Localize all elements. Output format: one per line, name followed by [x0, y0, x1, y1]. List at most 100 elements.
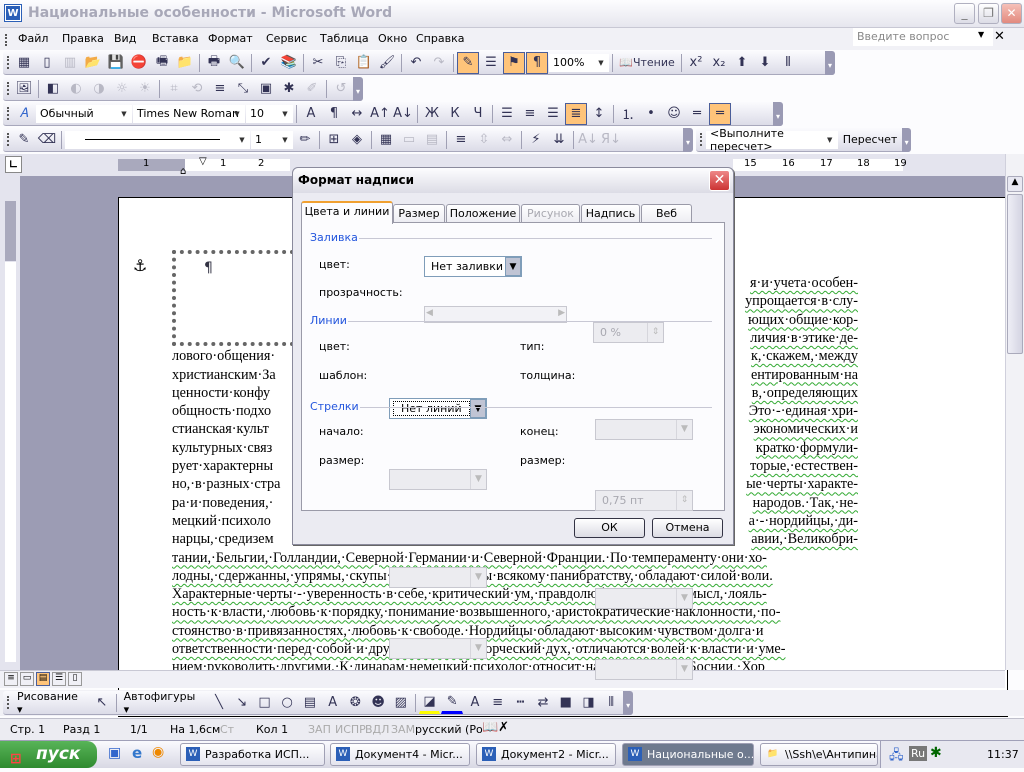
cancel-button[interactable]: Отмена: [652, 518, 723, 538]
line-color-dropdown[interactable]: Нет линий ▼: [389, 398, 487, 419]
help-search-input[interactable]: Введите вопрос: [853, 28, 993, 46]
dialog-close-button[interactable]: ✕: [709, 170, 730, 191]
paragraph-icon[interactable]: ¶: [323, 103, 345, 125]
3d-icon[interactable]: ◨: [578, 692, 600, 714]
folder-icon[interactable]: 📁: [174, 52, 196, 74]
numbering-icon[interactable]: ⒈: [617, 103, 639, 125]
format-painter-icon[interactable]: 🖌: [376, 52, 398, 74]
crop-icon[interactable]: ⌗: [163, 78, 185, 100]
toolbar-options-icon[interactable]: ▾: [825, 50, 835, 75]
set-transparent-icon[interactable]: ✐: [301, 78, 323, 100]
show-formatting-icon[interactable]: ⚑: [503, 51, 525, 74]
equal-icon[interactable]: ═: [686, 103, 708, 125]
select-objects-icon[interactable]: ↖: [91, 692, 113, 714]
menu-5[interactable]: Сервис: [264, 32, 309, 45]
menu-0[interactable]: Файл: [16, 32, 50, 45]
open-book-icon[interactable]: ▥: [59, 52, 81, 74]
justify-icon[interactable]: ≣: [565, 102, 587, 125]
autoshapes-menu-button[interactable]: Автофигуры ▾: [120, 690, 208, 716]
styles-pane-icon[interactable]: 𝐴: [13, 103, 35, 125]
taskbar-item[interactable]: W Разработка ИСП...: [180, 743, 325, 766]
new-icon[interactable]: ▯: [36, 52, 58, 74]
more-brightness-icon[interactable]: ☼: [111, 78, 133, 100]
spelling-icon[interactable]: ✔: [255, 52, 277, 74]
less-brightness-icon[interactable]: ☀: [134, 78, 156, 100]
toolbar-options-icon[interactable]: ▾: [623, 690, 633, 715]
language-indicator[interactable]: Ru: [909, 746, 928, 761]
internet-explorer-icon[interactable]: e: [132, 744, 142, 762]
paste-icon[interactable]: 📋: [353, 52, 375, 74]
undo-icon[interactable]: ↶: [405, 52, 427, 74]
shrink-font-icon[interactable]: A↓: [392, 103, 414, 125]
drawing-menu-button[interactable]: Рисование ▾: [13, 690, 90, 716]
dash-style-icon[interactable]: ┅: [510, 692, 532, 714]
wordart-icon[interactable]: A: [322, 692, 344, 714]
rectangle-icon[interactable]: □: [254, 692, 276, 714]
char-scale-icon[interactable]: ↔: [346, 103, 368, 125]
distribute-rows-icon[interactable]: ⇳: [473, 129, 495, 151]
columns-icon[interactable]: ⦀: [600, 692, 622, 714]
fill-color-icon[interactable]: ◪: [418, 692, 441, 714]
status-rec[interactable]: ЗАП: [308, 723, 331, 736]
subscript-icon[interactable]: x₂: [708, 52, 730, 74]
line-color-icon[interactable]: ✎: [441, 692, 464, 714]
outline-view-button[interactable]: ☰: [52, 672, 66, 686]
copy-icon[interactable]: ⎘: [330, 52, 352, 74]
print-layout-button[interactable]: ▤: [36, 672, 50, 686]
clipart-icon[interactable]: ☻: [367, 692, 389, 714]
reading-view-button[interactable]: ▯: [68, 672, 82, 686]
bullets-icon[interactable]: •: [640, 103, 662, 125]
cut-icon[interactable]: ✂: [307, 52, 329, 74]
arrow-style-icon[interactable]: ⇄: [532, 692, 554, 714]
oval-icon[interactable]: ○: [276, 692, 298, 714]
font-combo[interactable]: Times New Roman ▼: [133, 104, 245, 123]
dialog-title-bar[interactable]: Формат надписи ✕: [293, 168, 733, 193]
compress-icon[interactable]: ⤡: [232, 78, 254, 100]
text-wrap-icon[interactable]: ▣: [255, 78, 277, 100]
bold-icon[interactable]: Ж: [421, 103, 443, 125]
insert-picture-icon[interactable]: 🖼: [13, 78, 35, 100]
italic-icon[interactable]: К: [444, 103, 466, 125]
toolbar-options-icon[interactable]: ▾: [773, 101, 783, 126]
open-icon[interactable]: 📂: [82, 52, 104, 74]
columns-icon[interactable]: ⦀: [777, 52, 799, 74]
minimize-button[interactable]: _: [954, 3, 975, 24]
font-color-a-icon[interactable]: A: [300, 103, 322, 125]
style-combo[interactable]: Обычный ▼: [36, 104, 132, 123]
more-contrast-icon[interactable]: ◐: [65, 78, 87, 100]
status-extend[interactable]: ВДЛ: [365, 723, 389, 736]
sort-asc-icon[interactable]: А↓: [577, 129, 599, 151]
network-icon[interactable]: 🖧: [889, 746, 904, 768]
status-track[interactable]: ИСПР: [335, 723, 366, 736]
merge-cells-icon[interactable]: ▭: [398, 129, 420, 151]
highlight-line-icon[interactable]: ═: [709, 102, 731, 125]
taskbar-item[interactable]: 📁 \\Ssh\e\Антипина...: [760, 743, 878, 766]
scroll-up-button[interactable]: ▲: [1007, 176, 1023, 192]
shading-icon[interactable]: ◈: [346, 129, 368, 151]
spelling-status-icon[interactable]: 📖✗: [482, 720, 509, 735]
color-icon[interactable]: ◧: [42, 78, 64, 100]
align-right-icon[interactable]: ☰: [542, 103, 564, 125]
table-icon[interactable]: ▦: [13, 52, 35, 74]
line-weight-combo[interactable]: 1 ▼: [251, 130, 293, 149]
document-map-icon[interactable]: ☰: [480, 52, 502, 74]
superscript-icon[interactable]: x²: [685, 52, 707, 74]
read-button[interactable]: 📖 Чтение: [616, 52, 678, 74]
print-icon[interactable]: 🖶: [203, 52, 225, 74]
vertical-scrollbar[interactable]: ▲: [1005, 154, 1024, 670]
close-button[interactable]: ✕: [1001, 3, 1022, 24]
sort-desc-icon[interactable]: Я↓: [600, 129, 622, 151]
align-icon[interactable]: ≡: [450, 129, 472, 151]
taskbar-item[interactable]: W Документ2 - Micr...: [476, 743, 616, 766]
line-style-combo[interactable]: ▼: [65, 130, 250, 149]
align-left-icon[interactable]: ☰: [496, 103, 518, 125]
word-icon[interactable]: W: [4, 4, 22, 22]
eraser-icon[interactable]: ⌫: [36, 129, 58, 151]
antivirus-bug-icon[interactable]: ✱: [930, 745, 942, 761]
recalc-button[interactable]: Пересчет: [839, 133, 902, 146]
ok-button[interactable]: ОК: [574, 518, 645, 538]
toolbar-options-icon[interactable]: ▾: [902, 127, 911, 152]
toolbar-options-icon[interactable]: ▾: [683, 127, 693, 152]
pen-color-icon[interactable]: ✏: [294, 129, 316, 151]
format-picture-icon[interactable]: ✱: [278, 78, 300, 100]
